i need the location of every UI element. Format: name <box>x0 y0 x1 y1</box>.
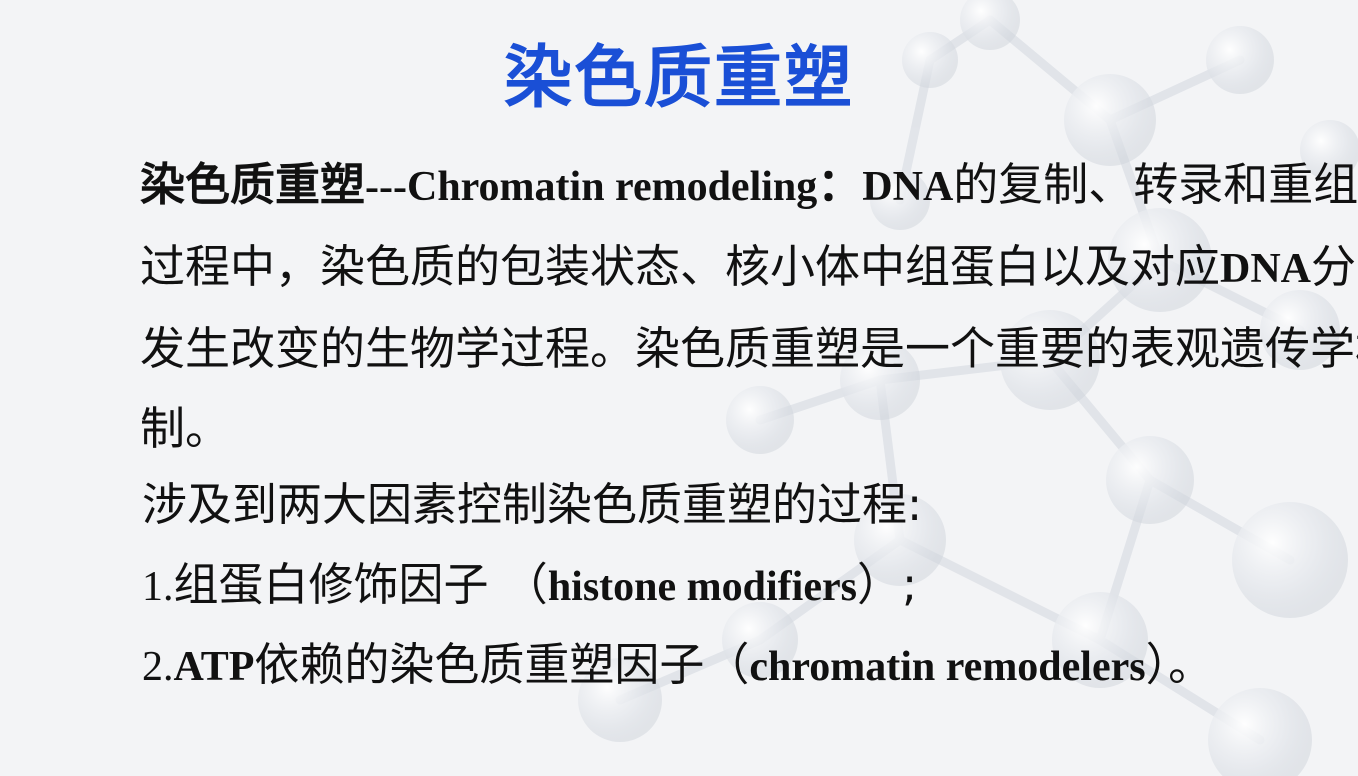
factor-1-prefix: 1. <box>142 564 174 610</box>
definition-dna-2: DNA <box>1220 246 1312 292</box>
slide-title: 染色质重塑 <box>503 39 854 118</box>
factor-2-suffix: ）。 <box>1145 638 1214 691</box>
definition-term: 染色质重塑 <box>140 158 366 211</box>
definition-dna-1: DNA <box>862 164 954 210</box>
definition-term-en: Chromatin remodeling <box>406 164 818 210</box>
factor-1-name: 组蛋白修饰因子 （ <box>173 558 548 611</box>
factor-1: 1.组蛋白修饰因子 （histone modifiers）; <box>142 545 917 627</box>
factor-2-prefix: 2. <box>142 644 174 690</box>
factor-2-atp: ATP <box>173 644 255 690</box>
factor-1-suffix: ）; <box>856 558 918 611</box>
slide: 染色质重塑 染色质重塑---Chromatin remodeling：DNA的复… <box>0 0 1358 776</box>
definition-colon: ： <box>817 158 863 211</box>
factor-2-name-en: chromatin remodelers <box>749 644 1146 690</box>
factor-1-name-en: histone modifiers <box>547 564 857 610</box>
definition-paragraph: 染色质重塑---Chromatin remodeling：DNA的复制、转录和重… <box>40 145 1358 469</box>
factors-intro: 涉及到两大因素控制染色质重塑的过程: <box>142 478 923 531</box>
factor-2: 2.ATP依赖的染色质重塑因子（chromatin remodelers）。 <box>142 625 1213 707</box>
factor-2-name: 依赖的染色质重塑因子（ <box>254 638 750 691</box>
definition-dashes: --- <box>365 164 407 210</box>
